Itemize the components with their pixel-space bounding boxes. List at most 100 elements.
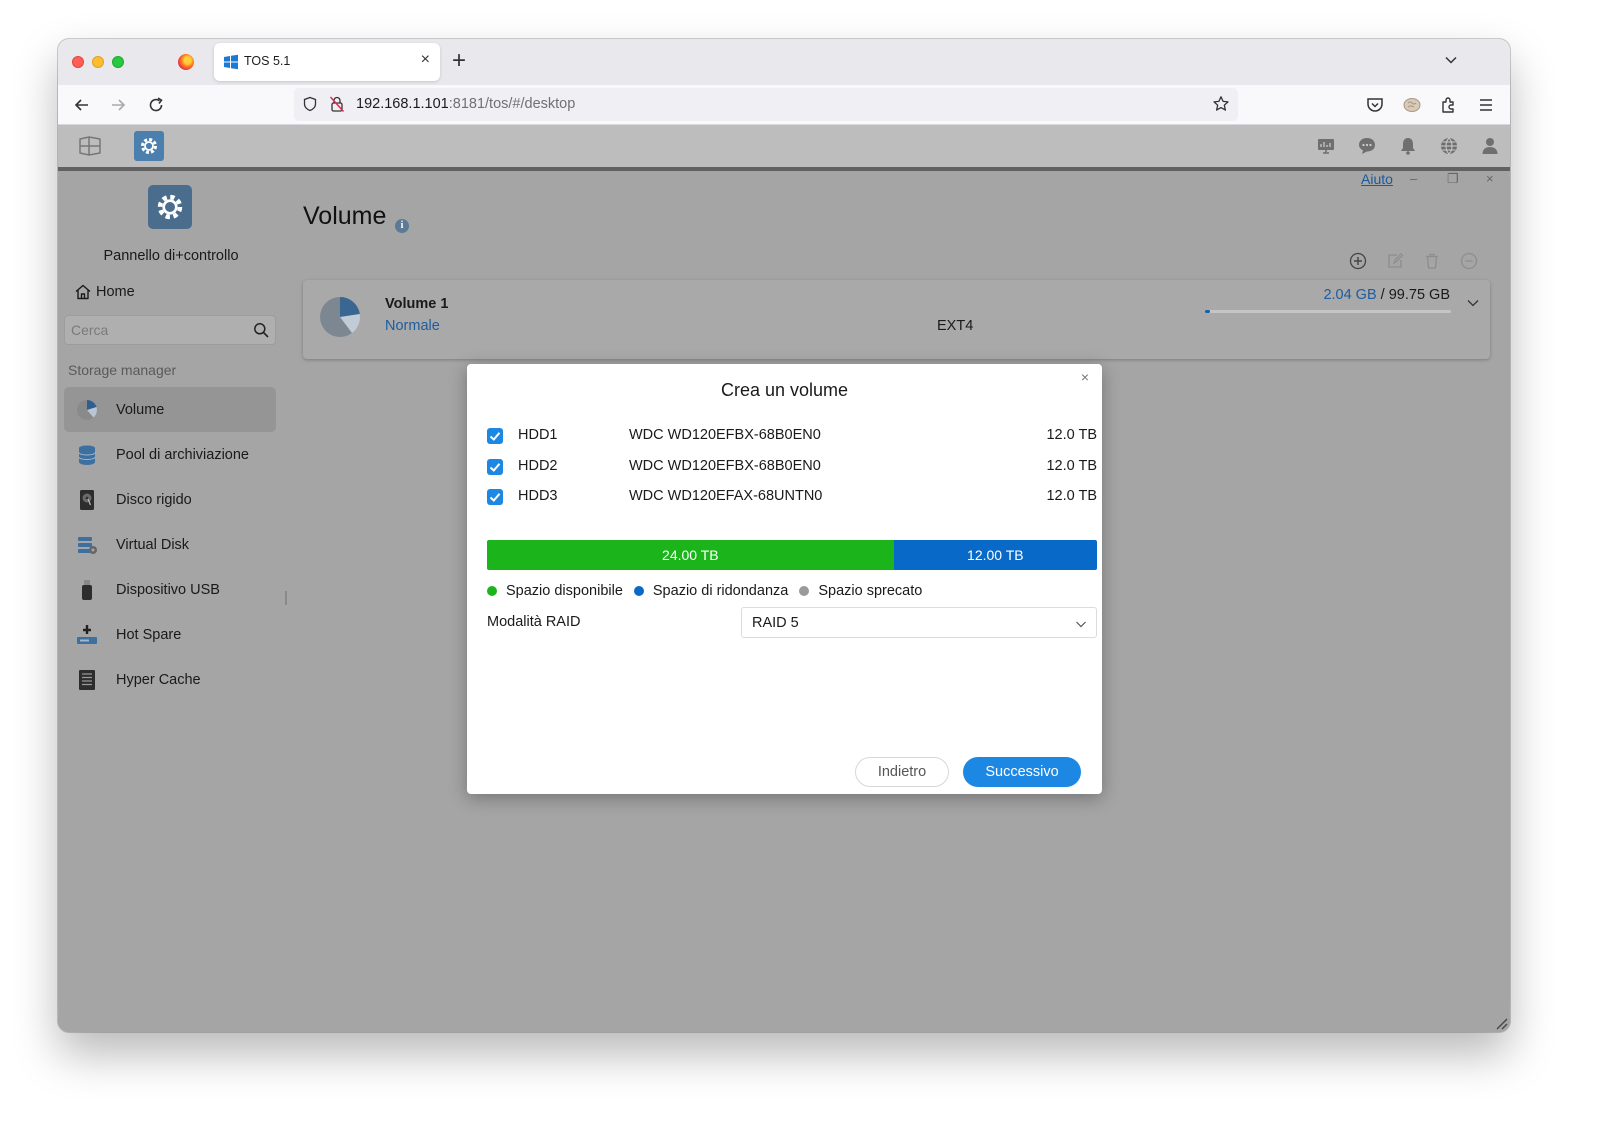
sidebar-item-label: Disco rigido	[116, 491, 192, 508]
menu-hamburger-icon[interactable]	[1476, 95, 1496, 115]
volume-usage-separator: /	[1376, 287, 1389, 303]
sidebar-item-hard-disk[interactable]: Disco rigido	[64, 477, 276, 522]
hot-spare-icon	[77, 624, 97, 644]
home-label: Home	[96, 284, 135, 300]
disk-row[interactable]: HDD3 WDC WD120EFAX-68UNTN0 12.0 TB	[487, 485, 1097, 509]
new-tab-button[interactable]: +	[452, 48, 466, 74]
disk-row[interactable]: HDD1 WDC WD120EFBX-68B0EN0 12.0 TB	[487, 424, 1097, 448]
disk-size: 12.0 TB	[1046, 427, 1097, 443]
sidebar-item-hot-spare[interactable]: Hot Spare	[64, 612, 276, 657]
sidebar-item-virtual-disk[interactable]: Virtual Disk	[64, 522, 276, 567]
help-link[interactable]: Aiuto	[1361, 171, 1393, 187]
url-bar[interactable]: 192.168.1.101:8181/tos/#/desktop	[294, 88, 1238, 121]
insecure-lock-icon[interactable]	[329, 95, 345, 113]
delete-icon[interactable]	[1423, 252, 1441, 270]
restore-icon[interactable]: ❐	[1447, 171, 1459, 187]
navigation-bar: 192.168.1.101:8181/tos/#/desktop	[58, 85, 1510, 125]
raid-mode-select[interactable]: RAID 5	[741, 607, 1097, 638]
bookmark-star-icon[interactable]	[1212, 95, 1230, 113]
desktop-windows-icon[interactable]	[78, 134, 102, 158]
check-icon	[489, 463, 501, 472]
disk-model: WDC WD120EFBX-68B0EN0	[629, 427, 821, 443]
disk-id: HDD3	[518, 488, 558, 504]
close-window-button[interactable]	[72, 56, 84, 68]
more-options-icon[interactable]	[1460, 252, 1478, 270]
usb-icon	[82, 579, 92, 600]
sidebar-item-storage-pool[interactable]: Pool di archiviazione	[64, 432, 276, 477]
search-input[interactable]	[71, 321, 241, 339]
tab-bar: TOS 5.1 × +	[58, 39, 1510, 85]
disk-size: 12.0 TB	[1046, 488, 1097, 504]
firefox-icon	[178, 54, 194, 70]
volume-total: 99.75 GB	[1388, 287, 1450, 303]
close-icon[interactable]: ×	[1486, 171, 1494, 186]
disk-id: HDD1	[518, 427, 558, 443]
sidebar-item-usb[interactable]: Dispositivo USB	[64, 567, 276, 612]
tab-list-chevron-icon[interactable]	[1444, 53, 1458, 67]
disk-id: HDD2	[518, 458, 558, 474]
disk-model: WDC WD120EFAX-68UNTN0	[629, 488, 823, 504]
sidebar-item-label: Volume	[116, 401, 165, 418]
extensions-puzzle-icon[interactable]	[1439, 95, 1459, 115]
disk-checkbox[interactable]	[487, 428, 503, 444]
globe-icon[interactable]	[1439, 136, 1459, 156]
sidebar: Pannello di+controllo Home Storage manag…	[58, 167, 287, 1032]
tab-title: TOS 5.1	[244, 54, 291, 68]
create-volume-dialog: Crea un volume × HDD1 WDC WD120EFBX-68B0…	[467, 364, 1102, 794]
back-button[interactable]: Indietro	[855, 757, 949, 787]
disk-row[interactable]: HDD2 WDC WD120EFBX-68B0EN0 12.0 TB	[487, 455, 1097, 479]
page-title: Volume	[303, 202, 387, 230]
search-icon[interactable]	[253, 322, 269, 338]
info-icon[interactable]: i	[395, 219, 409, 233]
disk-checkbox[interactable]	[487, 489, 503, 505]
reload-icon[interactable]	[146, 95, 166, 115]
chat-icon[interactable]	[1357, 136, 1377, 156]
extension-brain-icon[interactable]	[1402, 95, 1422, 115]
edit-icon[interactable]	[1386, 252, 1404, 270]
tab-close-icon[interactable]: ×	[421, 51, 430, 69]
resize-grip-icon[interactable]	[1494, 1016, 1508, 1030]
home-link[interactable]: Home	[74, 283, 135, 301]
sidebar-item-volume[interactable]: Volume	[64, 387, 276, 432]
raid-mode-value: RAID 5	[752, 615, 799, 631]
volume-card[interactable]: Volume 1 Normale EXT4 2.04 GB / 99.75 GB	[303, 280, 1490, 359]
volume-used: 2.04 GB	[1323, 287, 1377, 303]
pocket-icon[interactable]	[1365, 95, 1385, 115]
url-host: 192.168.1.101	[356, 96, 449, 112]
dialog-title: Crea un volume	[720, 380, 849, 400]
sidebar-item-hyper-cache[interactable]: Hyper Cache	[64, 657, 276, 702]
hard-disk-icon	[80, 489, 94, 510]
browser-window: TOS 5.1 × + 192.168.1.101:8181/tos/#/des…	[58, 39, 1510, 1032]
tos-taskbar	[58, 125, 1510, 167]
sidebar-resize-handle[interactable]	[285, 591, 287, 605]
url-path: :8181/tos/#/desktop	[448, 96, 576, 112]
zoom-window-button[interactable]	[112, 56, 124, 68]
legend-item-available: Spazio disponibile	[487, 583, 623, 599]
next-button[interactable]: Successivo	[963, 757, 1081, 787]
gear-icon	[141, 138, 157, 154]
add-icon[interactable]	[1349, 252, 1367, 270]
chevron-down-icon[interactable]	[1466, 296, 1480, 310]
back-arrow-icon[interactable]	[72, 95, 92, 115]
user-icon[interactable]	[1480, 136, 1500, 156]
bell-icon[interactable]	[1398, 136, 1418, 156]
capacity-legend: Spazio disponibile Spazio di ridondanza …	[487, 583, 922, 599]
dialog-close-icon[interactable]: ×	[1081, 369, 1089, 385]
check-icon	[489, 493, 501, 502]
minimize-icon[interactable]: –	[1410, 171, 1417, 186]
legend-label: Spazio disponibile	[506, 583, 623, 599]
monitor-icon[interactable]	[1316, 136, 1336, 156]
disk-checkbox[interactable]	[487, 459, 503, 475]
url-text[interactable]: 192.168.1.101:8181/tos/#/desktop	[356, 96, 575, 112]
storage-pool-icon	[78, 445, 96, 465]
minimize-window-button[interactable]	[92, 56, 104, 68]
section-label-storage: Storage manager	[68, 362, 177, 378]
shield-icon[interactable]	[302, 96, 318, 112]
legend-item-wasted: Spazio sprecato	[799, 583, 922, 599]
control-panel-taskbar-button[interactable]	[134, 131, 164, 161]
hyper-cache-icon	[79, 669, 95, 690]
forward-arrow-icon[interactable]	[108, 95, 128, 115]
pie-icon	[77, 399, 97, 420]
capacity-redundancy-segment: 12.00 TB	[893, 540, 1097, 570]
tab-tos[interactable]: TOS 5.1 ×	[214, 43, 440, 81]
